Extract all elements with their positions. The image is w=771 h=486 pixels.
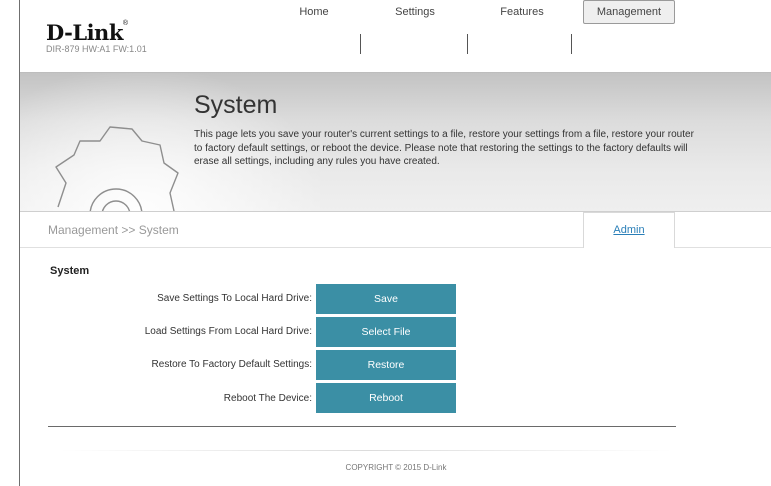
nav-settings[interactable]: Settings [372, 0, 458, 24]
load-settings-label: Load Settings From Local Hard Drive: [144, 326, 312, 337]
nav-management[interactable]: Management [583, 0, 675, 24]
page-description: This page lets you save your router's cu… [194, 129, 694, 167]
page-banner: System This page lets you save your rout… [20, 72, 771, 212]
copyright-text: COPYRIGHT © 2015 D-Link [345, 463, 447, 472]
page-title: System [194, 91, 278, 119]
save-button[interactable]: Save [316, 284, 456, 314]
save-settings-label: Save Settings To Local Hard Drive: [157, 293, 312, 304]
nav-divider [571, 34, 572, 54]
reboot-device-label: Reboot The Device: [223, 393, 312, 404]
model-info: DIR-879 HW:A1 FW:1.01 [46, 44, 147, 54]
content-divider [48, 426, 676, 427]
restore-button[interactable]: Restore [316, 350, 456, 380]
restore-defaults-label: Restore To Factory Default Settings: [151, 359, 312, 370]
nav-divider [360, 34, 361, 54]
nav-home[interactable]: Home [274, 0, 354, 24]
dlink-logo: D-Link® [46, 20, 128, 45]
breadcrumb-bar: Management >> System Admin [20, 212, 771, 248]
select-file-button[interactable]: Select File [316, 317, 456, 347]
nav-features[interactable]: Features [478, 0, 566, 24]
reboot-button[interactable]: Reboot [316, 383, 456, 413]
section-title: System [50, 265, 90, 277]
gear-icon [55, 126, 179, 211]
admin-tab[interactable]: Admin [583, 212, 675, 248]
footer-divider [60, 450, 672, 451]
nav-divider [467, 34, 468, 54]
router-admin-page: D-Link® DIR-879 HW:A1 FW:1.01 Home Setti… [19, 0, 771, 486]
top-header: D-Link® DIR-879 HW:A1 FW:1.01 Home Setti… [20, 0, 771, 72]
breadcrumb: Management >> System [48, 223, 179, 237]
